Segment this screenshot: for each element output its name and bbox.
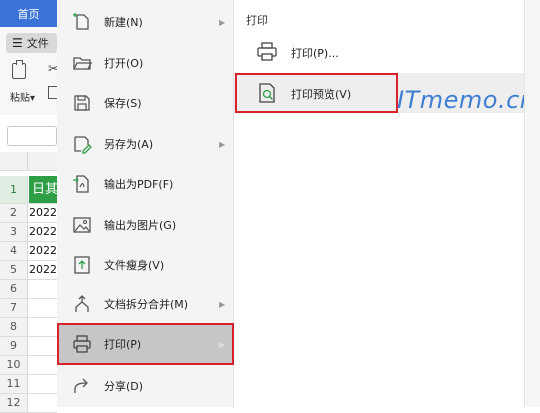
menu-item-print[interactable]: 打印(P) ▶ [57,324,233,364]
submenu-item-label: 打印预览(V) [291,88,352,101]
row-number[interactable]: 1 [0,176,28,203]
menu-item-label: 输出为PDF(F) [104,178,174,191]
menu-item-split-merge[interactable]: 文档拆分合并(M) ▶ [57,284,233,324]
table-row[interactable]: 12 [0,394,57,413]
chevron-right-icon: ▶ [219,17,226,27]
table-cell[interactable] [29,375,57,393]
split-merge-icon [75,295,89,312]
table-row[interactable]: 9 [0,337,57,356]
row-number[interactable]: 6 [0,280,28,298]
menu-item-export-image[interactable]: 输出为图片(G) [57,205,233,245]
folder-icon [73,57,92,70]
print-submenu: 打印 打印(P)... 打印预览(V) [234,0,524,407]
submenu-title: 打印 [246,14,268,27]
table-cell[interactable]: 2022 [29,261,57,279]
menu-item-label: 文档拆分合并(M) [104,298,189,311]
row-number[interactable]: 4 [0,242,28,260]
table-row[interactable]: 5 2022 [0,261,57,280]
menu-item-label: 打印(P) [104,338,142,351]
new-file-icon [73,13,89,30]
row-number[interactable]: 12 [0,394,28,412]
share-icon [74,378,88,393]
chevron-right-icon: ▶ [219,339,226,349]
select-all-corner[interactable] [0,152,28,170]
tab-home[interactable]: 首页 [0,0,57,27]
row-number[interactable]: 3 [0,223,28,241]
tab-home-label: 首页 [17,7,40,21]
chevron-right-icon: ▶ [219,139,226,149]
clipboard-icon[interactable] [12,60,26,79]
right-panel-edge [524,0,540,407]
row-number[interactable]: 9 [0,337,28,355]
column-header-row [0,152,57,171]
table-cell[interactable] [29,337,57,355]
table-row[interactable]: 6 [0,280,57,299]
table-row[interactable]: 11 [0,375,57,394]
hamburger-icon: ☰ [12,36,23,50]
table-cell[interactable]: 2022 [29,223,57,241]
name-box[interactable] [7,126,57,146]
table-row[interactable]: 3 2022 [0,223,57,242]
slim-file-icon [74,256,90,274]
menu-item-open[interactable]: 打开(O) [57,43,233,83]
print-preview-icon [259,83,275,103]
row-number[interactable]: 2 [0,204,28,222]
table-row[interactable]: 10 [0,356,57,375]
table-cell[interactable] [29,356,57,374]
paste-button[interactable]: 粘贴▾ [10,89,35,104]
table-row[interactable]: 2 2022 [0,204,57,223]
row-number[interactable]: 7 [0,299,28,317]
table-cell[interactable] [29,394,57,412]
table-row[interactable]: 8 [0,318,57,337]
export-image-icon [73,217,91,233]
menu-item-save[interactable]: 保存(S) [57,83,233,123]
row-number[interactable]: 5 [0,261,28,279]
submenu-item-print[interactable]: 打印(P)... [234,32,524,72]
submenu-item-label: 打印(P)... [291,47,339,60]
table-cell[interactable]: 2022 [29,242,57,260]
table-cell[interactable]: 2022 [29,204,57,222]
menu-item-label: 保存(S) [104,97,142,110]
menu-item-label: 打开(O) [104,57,144,70]
menu-item-save-as[interactable]: 另存为(A) ▶ [57,124,233,164]
chevron-down-icon: ▾ [30,93,36,104]
menu-item-slim-file[interactable]: 文件瘦身(V) [57,245,233,285]
chevron-right-icon: ▶ [219,299,226,309]
row-number[interactable]: 10 [0,356,28,374]
menu-item-label: 新建(N) [104,16,143,29]
menu-item-share[interactable]: 分享(D) [57,366,233,406]
save-icon [74,95,90,111]
row-number[interactable]: 8 [0,318,28,336]
copy-icon[interactable] [48,86,57,99]
menu-item-label: 另存为(A) [104,138,154,151]
export-pdf-icon [73,175,89,193]
table-row[interactable]: 7 [0,299,57,318]
watermark: ITmemo.cn [397,86,536,114]
file-button-label: 文件 [26,37,49,50]
printer-icon [257,42,277,61]
table-row[interactable]: 4 2022 [0,242,57,261]
menu-item-export-pdf[interactable]: 输出为PDF(F) [57,164,233,204]
table-cell[interactable] [29,280,57,298]
printer-icon [73,335,91,353]
menu-item-label: 分享(D) [104,380,144,393]
file-menu: 新建(N) ▶ 打开(O) 保存(S) 另存为(A) ▶ 输出为PDF(F) 输… [57,0,234,407]
table-cell[interactable] [29,299,57,317]
row-number[interactable]: 11 [0,375,28,393]
spreadsheet-grid: 1 日其 2 2022 3 2022 4 2022 5 2022 6 7 8 9… [0,152,60,413]
table-row[interactable]: 1 日其 [0,176,60,204]
menu-item-label: 文件瘦身(V) [104,259,165,272]
table-cell[interactable] [29,318,57,336]
menu-item-label: 输出为图片(G) [104,219,177,232]
menu-item-new[interactable]: 新建(N) ▶ [57,2,233,42]
save-as-icon [74,136,92,154]
table-cell[interactable]: 日其 [29,176,60,203]
file-menu-button[interactable]: ☰ 文件 [6,33,57,53]
paste-label: 粘贴 [10,93,30,104]
